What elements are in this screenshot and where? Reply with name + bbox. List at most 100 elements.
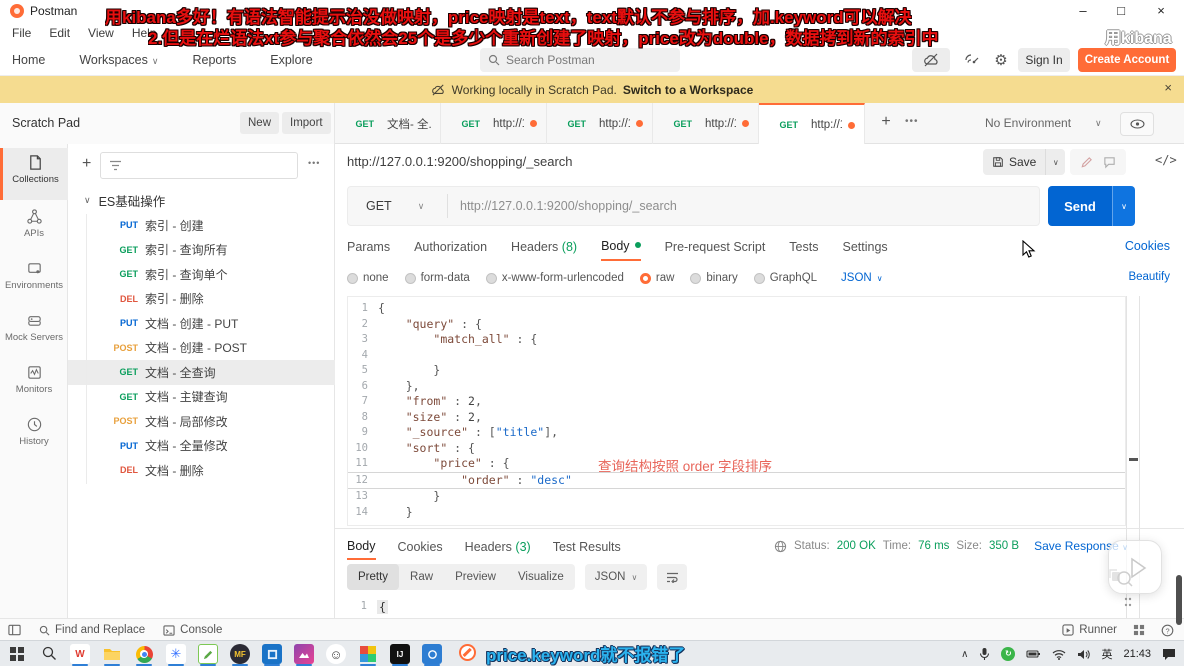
menu-view[interactable]: View <box>88 26 114 40</box>
new-button[interactable]: New <box>240 112 279 134</box>
pencil-icon[interactable] <box>1080 156 1093 169</box>
tab-tests[interactable]: Tests <box>789 234 818 260</box>
request-tab[interactable]: GET http://127.... <box>441 103 547 144</box>
editor-line[interactable]: 8 "size" : 2, <box>348 410 1125 426</box>
request-item[interactable]: GET索引 - 查询单个 <box>68 262 335 287</box>
request-body-editor[interactable]: 1{2 "query" : {3 "match_all" : {4 5 }6 }… <box>347 296 1126 526</box>
response-tab-cookies[interactable]: Cookies <box>398 535 443 559</box>
response-tab-test-results[interactable]: Test Results <box>553 535 621 559</box>
editor-line[interactable]: 13 } <box>348 489 1125 505</box>
help-icon[interactable]: ? <box>1161 624 1174 637</box>
taskbar-mf-icon[interactable]: MF <box>230 644 250 664</box>
view-pretty[interactable]: Pretty <box>347 564 399 590</box>
split-layout-icon[interactable] <box>1133 624 1145 636</box>
request-item[interactable]: POST文档 - 创建 - POST <box>68 336 335 361</box>
request-item-selected[interactable]: GET文档 - 全查询 <box>68 360 335 385</box>
sidebar-item-history[interactable]: History <box>0 410 68 462</box>
request-tab[interactable]: GET http://127.... <box>653 103 759 144</box>
nav-reports[interactable]: Reports <box>192 53 236 67</box>
editor-line[interactable]: 4 <box>348 348 1125 364</box>
response-tab-body[interactable]: Body <box>347 534 376 560</box>
antivirus-tray-icon[interactable]: ↻ <box>1001 647 1015 661</box>
method-selector[interactable]: GET ∨ <box>348 199 443 213</box>
taskbar-feishu-icon[interactable]: ✳ <box>166 644 186 664</box>
wrap-lines-button[interactable] <box>657 564 687 590</box>
collection-folder[interactable]: ∨ ES基础操作 <box>68 188 335 213</box>
taskbar-explorer-icon[interactable] <box>102 644 122 664</box>
request-item[interactable]: POST文档 - 局部修改 <box>68 409 335 434</box>
nav-workspaces[interactable]: Workspaces∨ <box>79 53 158 67</box>
banner-close-icon[interactable]: × <box>1164 80 1172 95</box>
request-tab[interactable]: GET http://127.... <box>547 103 653 144</box>
floating-recorder-widget[interactable] <box>1108 540 1162 594</box>
url-input[interactable]: http://127.0.0.1:9200/shopping/_search <box>452 199 677 213</box>
request-item[interactable]: DEL文档 - 删除 <box>68 458 335 483</box>
sidebar-item-environments[interactable]: Environments <box>0 254 68 306</box>
runner-button[interactable]: Runner <box>1062 624 1117 636</box>
create-account-button[interactable]: Create Account <box>1078 48 1176 72</box>
view-visualize[interactable]: Visualize <box>507 564 575 590</box>
environment-eye-button[interactable] <box>1120 112 1154 136</box>
sidebar-item-monitors[interactable]: Monitors <box>0 358 68 410</box>
send-options-chevron[interactable]: ∨ <box>1112 186 1135 226</box>
code-snippet-toggle[interactable]: </> <box>1155 153 1177 167</box>
request-item[interactable]: GET索引 - 查询所有 <box>68 238 335 263</box>
new-tab-button[interactable]: + <box>875 113 897 131</box>
collections-more-icon[interactable]: ••• <box>308 158 320 168</box>
mode-form-data[interactable]: form-data <box>405 272 470 284</box>
cookies-link[interactable]: Cookies <box>1125 239 1170 253</box>
save-button[interactable]: Save <box>983 149 1045 175</box>
editor-line[interactable]: 2 "query" : { <box>348 317 1125 333</box>
close-button[interactable]: × <box>1144 0 1178 22</box>
tab-prerequest[interactable]: Pre-request Script <box>665 234 766 260</box>
tab-headers[interactable]: Headers (8) <box>511 234 577 260</box>
mode-none[interactable]: none <box>347 272 389 284</box>
mode-urlencoded[interactable]: x-www-form-urlencoded <box>486 272 624 284</box>
response-language-selector[interactable]: JSON∨ <box>585 564 648 590</box>
save-options-chevron[interactable]: ∨ <box>1045 149 1065 175</box>
editor-line[interactable]: 1{ <box>348 301 1125 317</box>
taskbar-gallery-icon[interactable] <box>422 644 442 664</box>
body-language-selector[interactable]: JSON∨ <box>841 272 883 284</box>
panel-toggle-icon[interactable] <box>8 624 21 636</box>
taskbar-notepad-icon[interactable] <box>198 644 218 664</box>
view-raw[interactable]: Raw <box>399 564 444 590</box>
comment-icon[interactable] <box>1103 156 1116 169</box>
editor-line[interactable]: 10 "sort" : { <box>348 441 1125 457</box>
beautify-link[interactable]: Beautify <box>1128 271 1170 283</box>
collections-filter-input[interactable] <box>100 152 298 179</box>
request-item[interactable]: DEL索引 - 删除 <box>68 287 335 312</box>
request-item[interactable]: PUT索引 - 创建 <box>68 213 335 238</box>
editor-line[interactable]: 3 "match_all" : { <box>348 332 1125 348</box>
tray-expand-icon[interactable]: ∧ <box>961 649 968 660</box>
input-language-indicator[interactable]: 英 <box>1101 646 1112 662</box>
taskbar-photos-icon[interactable] <box>294 644 314 664</box>
taskbar-smiley-icon[interactable]: ☺ <box>326 644 346 664</box>
taskbar-wps-icon[interactable]: W <box>70 644 90 664</box>
response-drag-handle[interactable] <box>1124 596 1132 612</box>
request-tab[interactable]: GET 文档- 全... <box>335 103 441 144</box>
send-button[interactable]: Send <box>1048 186 1112 226</box>
battery-icon[interactable] <box>1026 649 1041 659</box>
maximize-button[interactable]: □ <box>1104 0 1138 22</box>
mode-graphql[interactable]: GraphQL <box>754 272 817 284</box>
console-button[interactable]: Console <box>163 624 222 636</box>
tab-params[interactable]: Params <box>347 234 390 260</box>
microphone-icon[interactable] <box>979 647 990 661</box>
add-collection-button[interactable]: + <box>82 155 91 173</box>
sign-in-button[interactable]: Sign In <box>1018 48 1070 72</box>
mode-raw[interactable]: raw <box>640 272 675 284</box>
settings-gear-icon[interactable]: ⚙ <box>988 48 1014 72</box>
nav-explore[interactable]: Explore <box>270 53 312 67</box>
sidebar-item-collections[interactable]: Collections <box>0 148 68 200</box>
action-center-icon[interactable] <box>1162 648 1176 661</box>
request-item[interactable]: PUT文档 - 创建 - PUT <box>68 311 335 336</box>
speaker-icon[interactable] <box>1077 649 1090 660</box>
nav-home[interactable]: Home <box>12 53 45 67</box>
request-item[interactable]: PUT文档 - 全量修改 <box>68 434 335 459</box>
taskbar-office-icon[interactable] <box>262 644 282 664</box>
find-replace-button[interactable]: Find and Replace <box>39 624 145 636</box>
tab-settings[interactable]: Settings <box>842 234 887 260</box>
capture-requests-icon[interactable] <box>958 48 984 72</box>
wifi-icon[interactable] <box>1052 649 1066 660</box>
